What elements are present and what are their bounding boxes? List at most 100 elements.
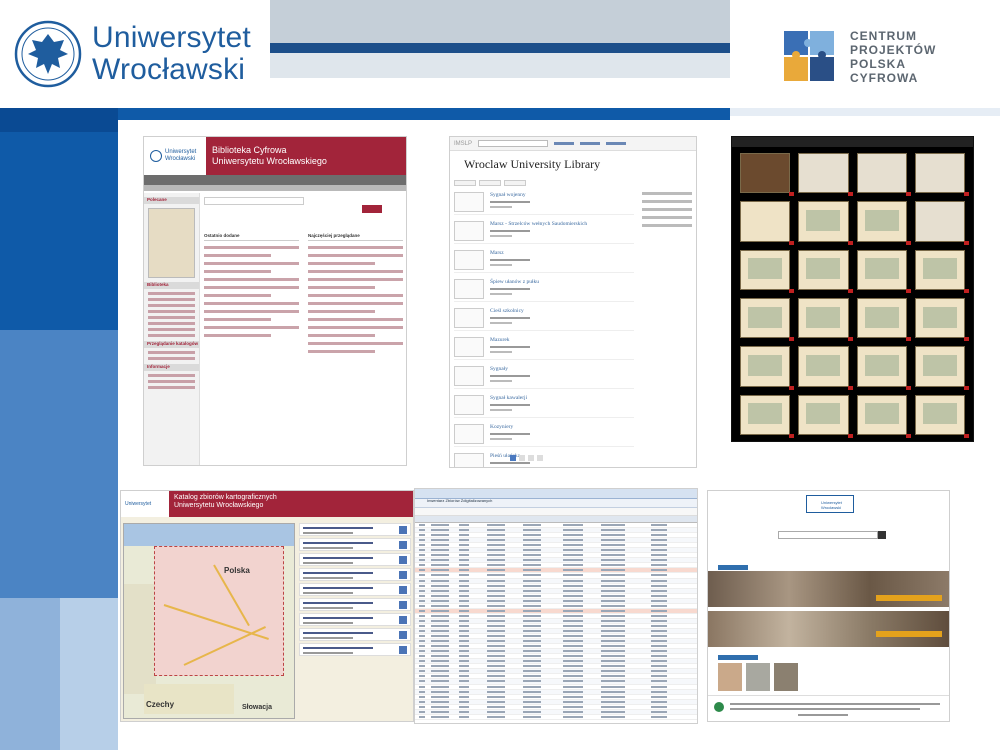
table-cell — [651, 599, 667, 602]
table-cell — [419, 650, 425, 653]
pv-page-thumbnail[interactable] — [856, 394, 911, 438]
table-cell — [487, 685, 505, 688]
mc-result-meta — [303, 532, 353, 534]
table-cell — [487, 700, 505, 703]
table-cell — [459, 715, 469, 718]
sm-side-line — [642, 216, 692, 219]
sm-score-row[interactable]: Sygnały — [454, 364, 634, 389]
sm-score-row[interactable]: Sygnał wojenny — [454, 190, 634, 215]
table-cell — [563, 554, 583, 557]
pv-page-marker — [847, 240, 853, 245]
table-cell — [651, 665, 667, 668]
table-cell — [419, 715, 425, 718]
mc-result-item[interactable] — [299, 568, 411, 581]
pv-page-thumbnail[interactable] — [798, 297, 853, 342]
left-panel-light — [0, 598, 60, 750]
pv-page-thumbnail[interactable] — [914, 346, 969, 390]
top-blue-strip — [118, 108, 730, 120]
pv-page-thumbnail[interactable] — [914, 153, 969, 197]
mc-result-item[interactable] — [299, 523, 411, 536]
sm-score-row[interactable]: Mazurek — [454, 335, 634, 360]
pv-page-thumbnail[interactable] — [914, 249, 969, 293]
sm-score-row[interactable]: Śpiew ułanów z pułku — [454, 277, 634, 302]
sm-score-row[interactable]: Pieśń ułańska — [454, 451, 634, 467]
table-cell — [459, 589, 469, 592]
pv-page-thumbnail[interactable] — [740, 346, 795, 390]
table-cell — [419, 700, 425, 703]
table-cell — [487, 549, 505, 552]
table-cell — [487, 645, 505, 648]
mc-result-item[interactable] — [299, 538, 411, 551]
table-cell — [523, 574, 541, 577]
table-cell — [651, 655, 667, 658]
dl-recent-heading: Ostatnio dodane — [204, 233, 299, 241]
pv-page-thumbnail[interactable] — [856, 346, 911, 390]
dl-list-item — [308, 254, 403, 257]
pv-page-marker — [789, 337, 795, 342]
table-cell — [431, 594, 449, 597]
header-band — [270, 0, 730, 43]
table-cell — [523, 564, 541, 567]
sm-score-row[interactable]: Kozyniery — [454, 422, 634, 447]
pv-page-thumbnail[interactable] — [740, 201, 795, 245]
lp-section-tag — [718, 655, 758, 660]
table-cell — [459, 635, 469, 638]
table-cell — [431, 685, 449, 688]
table-cell — [651, 705, 667, 708]
pv-page-thumbnail[interactable] — [798, 346, 853, 390]
pv-page-thumbnail[interactable] — [798, 153, 853, 197]
pv-page-thumbnail[interactable] — [740, 153, 795, 197]
mc-result-item[interactable] — [299, 613, 411, 626]
pv-page-thumbnail[interactable] — [798, 394, 853, 438]
mc-result-title — [303, 557, 373, 559]
mc-result-item[interactable] — [299, 643, 411, 656]
pv-page-thumbnail[interactable] — [740, 297, 795, 342]
table-cell — [459, 599, 469, 602]
pv-page-thumbnail[interactable] — [798, 249, 853, 293]
dl-list-item — [308, 310, 375, 313]
pv-page-thumbnail[interactable] — [914, 201, 969, 245]
pv-page-marker — [789, 240, 795, 245]
sm-score-row[interactable]: Sygnał kawalerji — [454, 393, 634, 418]
table-cell — [563, 670, 583, 673]
pv-page-illustration — [864, 354, 899, 377]
pv-page-thumbnail[interactable] — [856, 297, 911, 342]
inv-titlebar: Inwentarz Zbiorów Zdigitalizowanych — [415, 489, 697, 503]
mc-result-item[interactable] — [299, 628, 411, 641]
table-cell — [651, 554, 667, 557]
mc-result-item[interactable] — [299, 583, 411, 596]
table-cell — [487, 544, 505, 547]
table-row[interactable] — [415, 715, 697, 720]
table-cell — [601, 670, 625, 673]
sm-score-meta — [490, 293, 512, 295]
table-cell — [431, 559, 449, 562]
sm-tab — [454, 180, 476, 186]
table-cell — [459, 624, 469, 627]
sm-score-row[interactable]: Cieśl szkolnicy — [454, 306, 634, 331]
pv-page-marker — [964, 385, 969, 390]
pv-page-thumbnail[interactable] — [740, 394, 795, 438]
table-cell — [431, 635, 449, 638]
pv-page-thumbnail[interactable] — [740, 249, 795, 293]
table-cell — [419, 544, 425, 547]
sm-page-4 — [537, 455, 543, 461]
map-preview-icon — [399, 601, 407, 609]
table-cell — [563, 624, 583, 627]
pv-page-thumbnail[interactable] — [914, 394, 969, 438]
table-cell — [431, 584, 449, 587]
mc-result-item[interactable] — [299, 553, 411, 566]
dl-nav — [144, 175, 406, 185]
pv-page-thumbnail[interactable] — [856, 249, 911, 293]
dl-list-item — [308, 326, 403, 329]
table-cell — [523, 665, 541, 668]
sm-score-row[interactable]: Marsz — [454, 248, 634, 273]
table-cell — [419, 705, 425, 708]
pv-page-thumbnail[interactable] — [798, 201, 853, 245]
sm-score-row[interactable]: Marsz - Strzelców wełnych Saudomierskich — [454, 219, 634, 244]
table-cell — [601, 680, 625, 683]
mc-map: Polska Czechy Słowacja — [123, 523, 295, 719]
pv-page-thumbnail[interactable] — [914, 297, 969, 342]
pv-page-thumbnail[interactable] — [856, 201, 911, 245]
pv-page-thumbnail[interactable] — [856, 153, 911, 197]
mc-result-item[interactable] — [299, 598, 411, 611]
